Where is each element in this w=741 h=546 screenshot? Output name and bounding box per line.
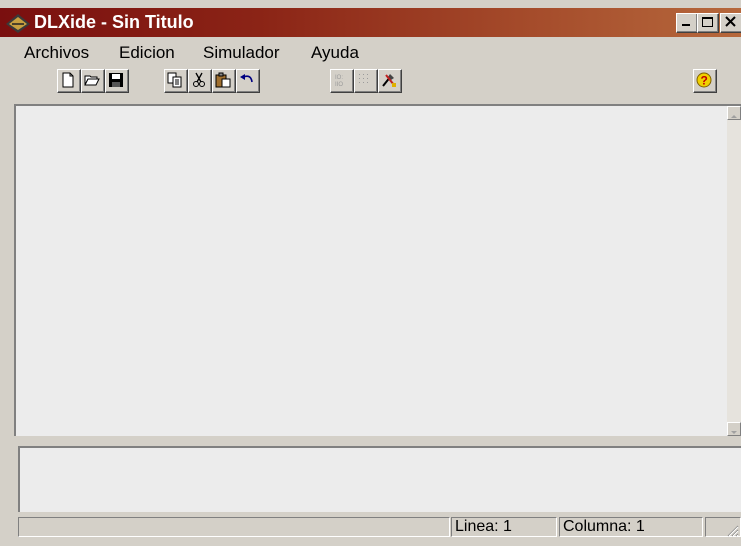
help-icon: ? (696, 72, 712, 88)
save-icon (109, 73, 123, 87)
status-bar: Linea: 1 Columna: 1 (0, 515, 741, 539)
grid-button[interactable] (354, 69, 378, 93)
title-bar[interactable]: DLXide - Sin Titulo (0, 8, 741, 37)
app-window: DLXide - Sin Titulo Archivos Edicion Sim… (0, 0, 741, 546)
output-panel[interactable] (18, 446, 741, 512)
maximize-icon (702, 17, 713, 27)
new-file-icon (62, 72, 74, 88)
toolbar: IO: IIO ? (0, 66, 741, 102)
copy-button[interactable] (164, 69, 188, 93)
open-folder-icon (84, 75, 100, 86)
paste-button[interactable] (212, 69, 236, 93)
menu-archivos[interactable]: Archivos (24, 43, 89, 63)
minimize-icon (682, 24, 690, 26)
io-button[interactable]: IO: IIO (330, 69, 354, 93)
scroll-down-button[interactable] (727, 422, 741, 436)
grid-icon (359, 74, 368, 83)
help-button[interactable]: ? (693, 69, 717, 93)
minimize-button[interactable] (676, 13, 698, 33)
window-title: DLXide - Sin Titulo (34, 12, 194, 32)
status-column: Columna: 1 (559, 517, 703, 537)
copy-icon (167, 72, 182, 88)
maximize-button[interactable] (697, 13, 719, 33)
editor-scrollbar[interactable] (727, 106, 741, 436)
scroll-up-button[interactable] (727, 106, 741, 120)
code-editor[interactable] (14, 104, 741, 436)
tools-button[interactable] (378, 69, 402, 93)
svg-text:IO:: IO: (335, 75, 343, 81)
undo-icon (240, 74, 253, 83)
svg-text:?: ? (701, 74, 708, 88)
close-icon (725, 16, 736, 27)
menu-bar: Archivos Edicion Simulador Ayuda (0, 40, 741, 64)
status-line: Linea: 1 (451, 517, 557, 537)
svg-text:IIO: IIO (335, 82, 343, 88)
resize-grip-icon[interactable] (725, 523, 739, 537)
app-logo-icon (6, 14, 30, 33)
menu-edicion[interactable]: Edicion (119, 43, 175, 63)
io-icon: IO: IIO (335, 75, 343, 88)
paste-icon (215, 72, 231, 88)
tools-icon (382, 74, 396, 87)
save-button[interactable] (105, 69, 129, 93)
new-file-button[interactable] (57, 69, 81, 93)
close-button[interactable] (720, 13, 741, 33)
cut-icon (193, 72, 205, 87)
undo-button[interactable] (236, 69, 260, 93)
open-button[interactable] (81, 69, 105, 93)
menu-simulador[interactable]: Simulador (203, 43, 280, 63)
status-message-panel (18, 517, 450, 537)
cut-button[interactable] (188, 69, 212, 93)
menu-ayuda[interactable]: Ayuda (311, 43, 359, 63)
chevron-up-icon (731, 115, 737, 118)
chevron-down-icon (731, 431, 737, 434)
